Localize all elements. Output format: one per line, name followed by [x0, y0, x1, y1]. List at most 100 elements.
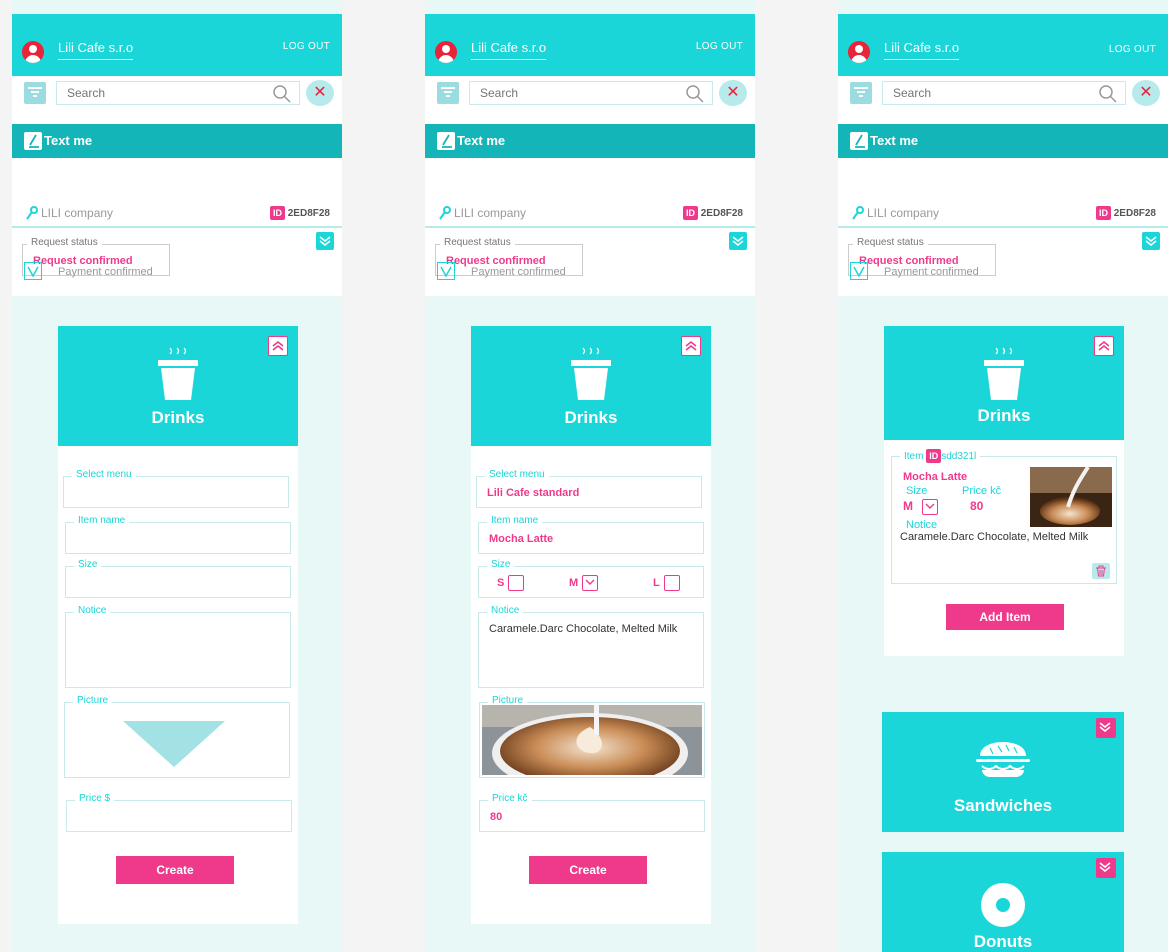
size-s-checkbox[interactable]: [508, 575, 525, 591]
company-name[interactable]: Lili Cafe s.r.o: [884, 40, 960, 60]
company-name[interactable]: Lili Cafe s.r.o: [58, 40, 134, 60]
create-button[interactable]: Create: [529, 856, 647, 884]
expand-button[interactable]: [1096, 858, 1116, 878]
notice-label: Notice: [74, 605, 111, 616]
search-input[interactable]: [883, 82, 1083, 104]
search-input[interactable]: [470, 82, 670, 104]
user-avatar-icon[interactable]: [435, 41, 457, 63]
search-icon[interactable]: [273, 85, 291, 103]
size-field[interactable]: Size: [65, 559, 291, 598]
app-bar: Lili Cafe s.r.o LOG OUT: [838, 14, 1168, 76]
customer-id-value: 2ED8F28: [700, 208, 743, 219]
search-input[interactable]: [57, 82, 257, 104]
item-size-dropdown[interactable]: [922, 499, 938, 515]
logout-button[interactable]: LOG OUT: [1109, 44, 1156, 55]
sandwich-icon: [976, 742, 1030, 777]
user-avatar-icon[interactable]: [848, 41, 870, 63]
donut-icon: [981, 883, 1025, 927]
create-button[interactable]: Create: [116, 856, 234, 884]
expand-status-button[interactable]: [729, 232, 747, 250]
picture-field[interactable]: Picture: [64, 695, 290, 778]
chevron-down-icon: [925, 503, 935, 509]
item-name-field[interactable]: Item name Mocha Latte: [478, 515, 704, 554]
expand-button[interactable]: [1096, 718, 1116, 738]
size-option-l[interactable]: L: [653, 575, 680, 591]
clear-search-button[interactable]: ✕: [1132, 80, 1160, 106]
spacer: [425, 158, 755, 198]
picture-field[interactable]: Picture: [479, 695, 705, 778]
filter-icon[interactable]: [850, 82, 872, 104]
donuts-card[interactable]: Donuts: [882, 852, 1124, 952]
delete-item-button[interactable]: [1092, 563, 1110, 579]
size-s-label: S: [497, 576, 505, 589]
search-icon[interactable]: [686, 85, 704, 103]
text-me-bar[interactable]: Text me: [425, 124, 755, 158]
payment-confirmed-checkbox[interactable]: [24, 262, 42, 280]
sandwiches-card[interactable]: Sandwiches: [882, 712, 1124, 832]
customer-row: LILI company ID 2ED8F28: [425, 198, 755, 228]
upload-placeholder-icon: [123, 721, 225, 767]
item-label-text: Item: [904, 451, 924, 462]
expand-status-button[interactable]: [1142, 232, 1160, 250]
select-menu-field[interactable]: Select menu: [63, 469, 289, 508]
chevron-double-down-icon: [1145, 236, 1157, 247]
expand-status-button[interactable]: [316, 232, 334, 250]
size-label: Size: [487, 559, 515, 570]
filter-icon[interactable]: [24, 82, 46, 104]
trash-icon: [1096, 565, 1106, 577]
filter-icon[interactable]: [437, 82, 459, 104]
size-field: Size S M L: [478, 559, 704, 598]
item-size-label: Size: [906, 485, 928, 497]
item-size-value: M: [903, 499, 913, 513]
clear-search-button[interactable]: ✕: [719, 80, 747, 106]
app-bar: Lili Cafe s.r.o LOG OUT: [425, 14, 755, 76]
id-badge: ID: [682, 206, 698, 220]
user-avatar-icon[interactable]: [22, 41, 44, 63]
status-area: Request status Request confirmed Payment…: [425, 228, 755, 296]
logout-button[interactable]: LOG OUT: [696, 41, 743, 52]
size-option-m[interactable]: M: [569, 575, 599, 591]
clear-search-button[interactable]: ✕: [306, 80, 334, 106]
collapse-button[interactable]: [268, 336, 288, 356]
pin-icon: [439, 206, 451, 220]
payment-confirmed-label: Payment confirmed: [58, 266, 153, 278]
payment-confirmed-checkbox[interactable]: [437, 262, 455, 280]
size-l-checkbox[interactable]: [663, 575, 680, 591]
size-option-s[interactable]: S: [497, 575, 525, 591]
pen-icon: [437, 132, 455, 150]
text-me-bar[interactable]: Text me: [12, 124, 342, 158]
search-icon[interactable]: [1099, 85, 1117, 103]
price-field[interactable]: Price kč 80: [479, 793, 705, 832]
latte-photo: [482, 705, 702, 775]
item-name-field[interactable]: Item name: [65, 515, 291, 554]
request-status-label: Request status: [440, 237, 515, 248]
item-name-label: Item name: [74, 515, 130, 526]
check-icon: [440, 266, 452, 277]
category-title: Donuts: [973, 932, 1033, 951]
collapse-button[interactable]: [1094, 336, 1114, 356]
size-m-checkbox[interactable]: [582, 575, 599, 591]
select-menu-field[interactable]: Select menu Lili Cafe standard: [476, 469, 702, 508]
collapse-button[interactable]: [681, 336, 701, 356]
select-menu-label: Select menu: [72, 469, 136, 480]
id-badge: ID: [1095, 206, 1111, 220]
pen-icon: [24, 132, 42, 150]
item-card[interactable]: Item ID sdd321l Mocha Latte Size Price kč…: [891, 449, 1117, 584]
chevron-double-down-icon: [1099, 862, 1111, 873]
chevron-double-down-icon: [1099, 722, 1111, 733]
price-field[interactable]: Price $: [66, 793, 292, 832]
spacer: [838, 158, 1168, 198]
add-item-button[interactable]: Add Item: [946, 604, 1064, 630]
text-me-bar[interactable]: Text me: [838, 124, 1168, 158]
notice-field[interactable]: Notice Caramele.Darc Chocolate, Melted M…: [478, 605, 704, 688]
close-icon: ✕: [313, 84, 327, 101]
pen-icon: [850, 132, 868, 150]
size-l-label: L: [653, 576, 660, 589]
payment-confirmed-checkbox[interactable]: [850, 262, 868, 280]
company-name[interactable]: Lili Cafe s.r.o: [471, 40, 547, 60]
text-me-label: Text me: [457, 133, 506, 148]
chevron-double-up-icon: [272, 340, 284, 351]
logout-button[interactable]: LOG OUT: [283, 41, 330, 52]
notice-field[interactable]: Notice: [65, 605, 291, 688]
customer-name: LILI company: [867, 206, 940, 220]
